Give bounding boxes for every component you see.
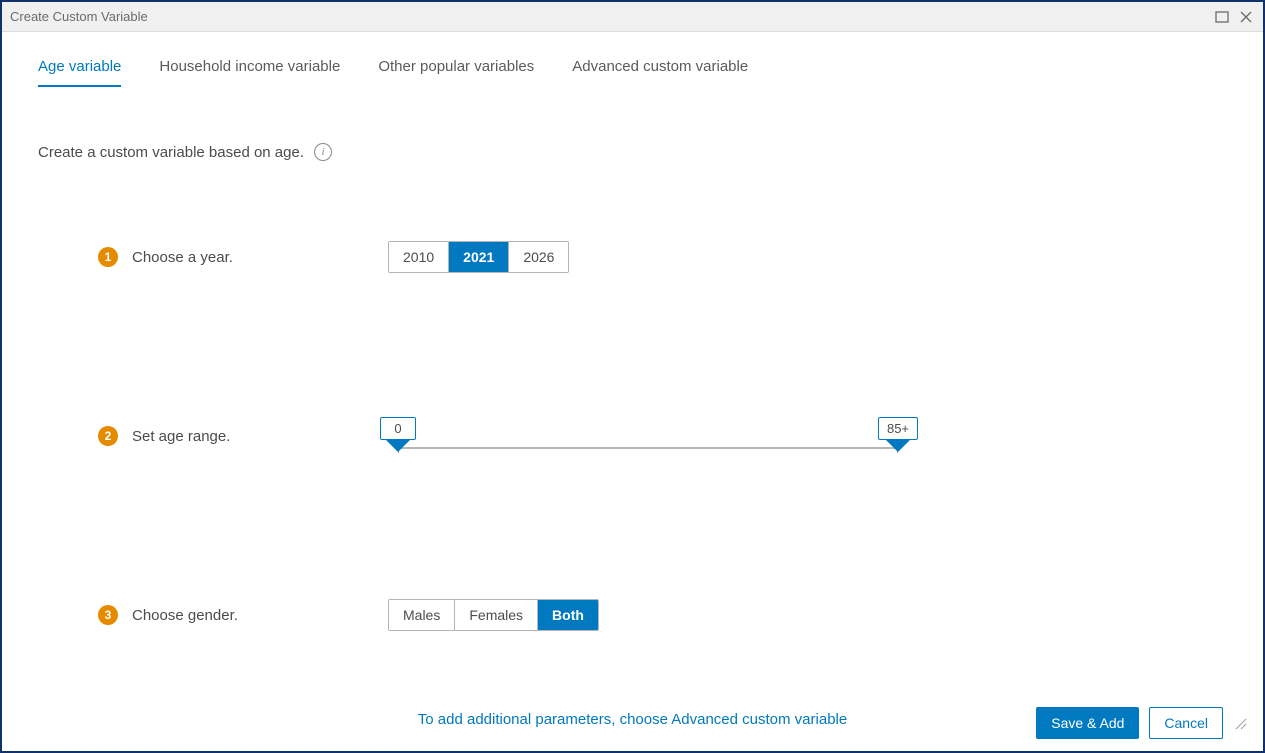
- year-segmented: 2010 2021 2026: [388, 241, 569, 273]
- year-option-2021[interactable]: 2021: [448, 242, 508, 272]
- window-title: Create Custom Variable: [10, 9, 148, 24]
- maximize-icon[interactable]: [1213, 8, 1231, 26]
- step-badge-2: 2: [98, 426, 118, 446]
- tab-advanced-custom[interactable]: Advanced custom variable: [572, 52, 748, 87]
- year-option-2026[interactable]: 2026: [508, 242, 568, 272]
- step-label-year: Choose a year.: [132, 249, 233, 266]
- step-choose-gender: 3 Choose gender. Males Females Both: [38, 599, 1227, 631]
- step-badge-3: 3: [98, 605, 118, 625]
- cancel-button[interactable]: Cancel: [1149, 707, 1223, 739]
- slider-handle-arrow: [386, 440, 410, 452]
- slider-max-value: 85+: [878, 417, 918, 440]
- tab-age-variable[interactable]: Age variable: [38, 52, 121, 87]
- slider-min-value: 0: [380, 417, 416, 440]
- tab-other-popular[interactable]: Other popular variables: [378, 52, 534, 87]
- slider-handle-max[interactable]: 85+: [878, 417, 918, 452]
- step-label-range: Set age range.: [132, 428, 230, 445]
- gender-option-females[interactable]: Females: [454, 600, 537, 630]
- content-area: Create a custom variable based on age. i…: [2, 87, 1263, 751]
- gender-option-both[interactable]: Both: [537, 600, 598, 630]
- slider-handle-min[interactable]: 0: [380, 417, 416, 452]
- close-icon[interactable]: [1237, 8, 1255, 26]
- gender-segmented: Males Females Both: [388, 599, 599, 631]
- gender-option-males[interactable]: Males: [389, 600, 454, 630]
- slider-track: [398, 447, 898, 449]
- step-set-age-range: 2 Set age range. 0 85+: [38, 413, 1227, 459]
- step-choose-year: 1 Choose a year. 2010 2021 2026: [38, 241, 1227, 273]
- resize-grip-icon[interactable]: [1233, 716, 1247, 730]
- intro-text: Create a custom variable based on age.: [38, 144, 304, 161]
- year-option-2010[interactable]: 2010: [389, 242, 448, 272]
- slider-handle-arrow: [886, 440, 910, 452]
- dialog-window: Create Custom Variable Age variable Hous…: [0, 0, 1265, 753]
- footer-buttons: Save & Add Cancel: [1036, 707, 1247, 739]
- titlebar: Create Custom Variable: [2, 2, 1263, 32]
- tab-bar: Age variable Household income variable O…: [2, 32, 1263, 87]
- intro-row: Create a custom variable based on age. i: [38, 143, 1227, 161]
- info-icon[interactable]: i: [314, 143, 332, 161]
- step-label-gender: Choose gender.: [132, 607, 238, 624]
- age-range-slider[interactable]: 0 85+: [388, 419, 908, 459]
- save-add-button[interactable]: Save & Add: [1036, 707, 1139, 739]
- step-badge-1: 1: [98, 247, 118, 267]
- tab-household-income[interactable]: Household income variable: [159, 52, 340, 87]
